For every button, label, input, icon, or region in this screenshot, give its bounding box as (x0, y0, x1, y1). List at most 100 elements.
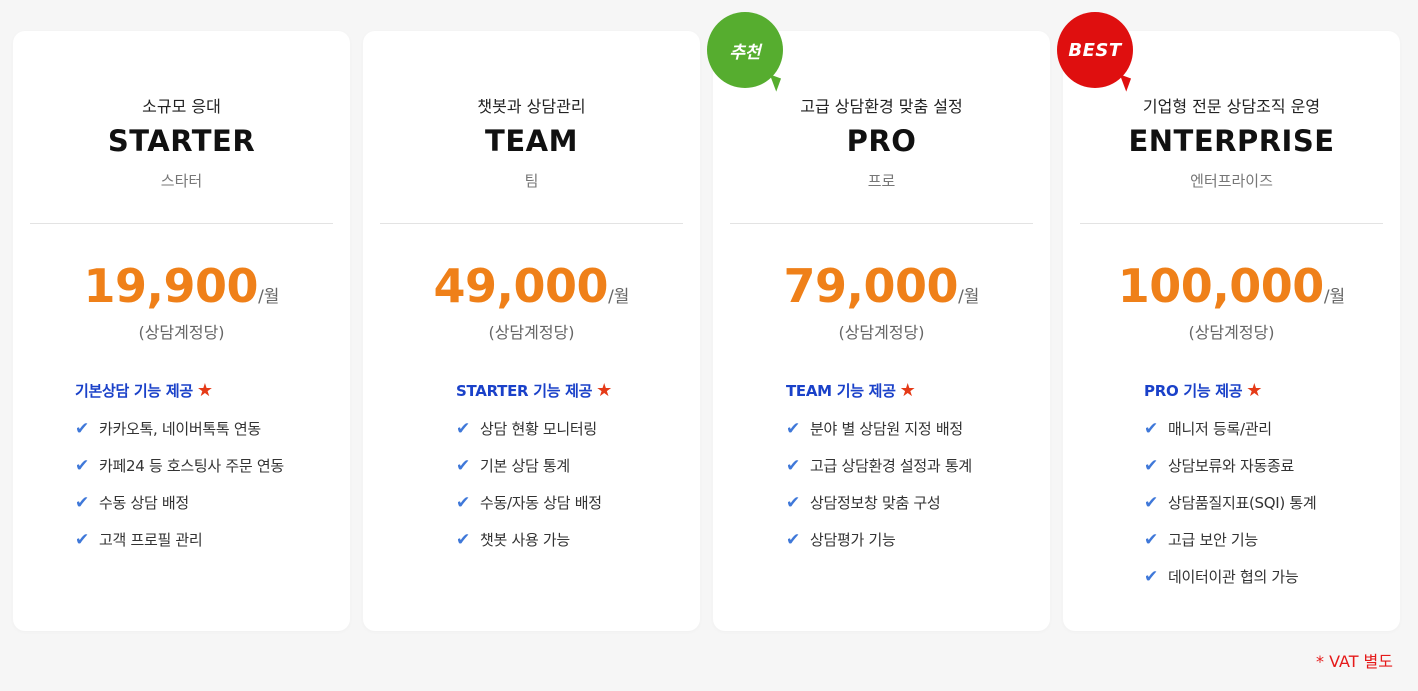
features-title: STARTER 기능 제공 ★ (456, 380, 612, 401)
feature-item: ✔ 상담품질지표(SQI) 통계 (1144, 492, 1317, 513)
check-icon: ✔ (1144, 493, 1158, 513)
plan-name-korean: 프로 (867, 172, 896, 190)
feature-item: ✔ 수동 상담 배정 (75, 492, 189, 513)
check-icon: ✔ (1144, 419, 1158, 439)
features-title-label: PRO 기능 제공 (1144, 382, 1243, 400)
feature-item: ✔ 데이터이관 협의 가능 (1144, 566, 1299, 587)
check-icon: ✔ (786, 456, 800, 476)
feature-label: 고급 보안 기능 (1168, 531, 1258, 549)
check-icon: ✔ (456, 493, 470, 513)
features-title-label: TEAM 기능 제공 (786, 382, 896, 400)
best-badge: BEST (1057, 12, 1133, 88)
plan-name: STARTER (107, 124, 256, 158)
plan-subtitle: 챗봇과 상담관리 (477, 97, 586, 116)
feature-item: ✔ 카페24 등 호스팅사 주문 연동 (75, 455, 284, 476)
feature-label: 고급 상담환경 설정과 통계 (810, 457, 972, 475)
check-icon: ✔ (786, 493, 800, 513)
recommend-badge: 추천 (707, 12, 783, 88)
vat-note: * VAT 별도 (1315, 652, 1393, 671)
feature-item: ✔ 고급 보안 기능 (1144, 529, 1258, 550)
features-title: 기본상담 기능 제공 ★ (75, 380, 213, 401)
plan-card-enterprise: 기업형 전문 상담조직 운영 ENTERPRISE 엔터프라이즈 100,000… (1063, 31, 1400, 631)
feature-label: 챗봇 사용 가능 (480, 531, 570, 549)
divider (1080, 223, 1383, 224)
feature-label: 상담 현황 모니터링 (480, 420, 597, 438)
check-icon: ✔ (786, 530, 800, 550)
price-unit-note: (상담계정당) (138, 323, 225, 342)
check-icon: ✔ (75, 493, 89, 513)
price-row: 100,000/월 (1063, 259, 1400, 313)
price-row: 49,000/월 (363, 259, 700, 313)
check-icon: ✔ (456, 419, 470, 439)
plan-name: TEAM (485, 124, 578, 158)
check-icon: ✔ (786, 419, 800, 439)
feature-item: ✔ 고객 프로필 관리 (75, 529, 203, 550)
star-icon: ★ (196, 380, 213, 401)
feature-label: 상담품질지표(SQI) 통계 (1168, 494, 1317, 512)
plan-card-team: 챗봇과 상담관리 TEAM 팀 49,000/월 (상담계정당) STARTER… (363, 31, 700, 631)
check-icon: ✔ (75, 530, 89, 550)
feature-item: ✔ 상담평가 기능 (786, 529, 896, 550)
feature-label: 상담평가 기능 (810, 531, 896, 549)
plan-subtitle: 기업형 전문 상담조직 운영 (1142, 97, 1321, 116)
feature-item: ✔ 고급 상담환경 설정과 통계 (786, 455, 972, 476)
feature-item: ✔ 상담정보창 맞춤 구성 (786, 492, 941, 513)
features-title-label: STARTER 기능 제공 (456, 382, 593, 400)
features-title: TEAM 기능 제공 ★ (786, 380, 916, 401)
check-icon: ✔ (1144, 456, 1158, 476)
feature-label: 매니저 등록/관리 (1168, 420, 1272, 438)
feature-label: 수동/자동 상담 배정 (480, 494, 602, 512)
price-period: /월 (608, 287, 630, 307)
feature-label: 상담보류와 자동종료 (1168, 457, 1294, 475)
features-title: PRO 기능 제공 ★ (1144, 380, 1262, 401)
feature-label: 데이터이관 협의 가능 (1168, 568, 1299, 586)
divider (380, 223, 683, 224)
price-unit-note: (상담계정당) (1188, 323, 1275, 342)
recommend-badge-label: 추천 (729, 42, 761, 63)
price-period: /월 (1323, 287, 1346, 307)
check-icon: ✔ (1144, 567, 1158, 587)
feature-item: ✔ 상담 현황 모니터링 (456, 418, 597, 439)
plan-card-starter: 소규모 응대 STARTER 스타터 19,900/월 (상담계정당) 기본상담… (13, 31, 350, 631)
price-value: 19,900 (83, 259, 259, 313)
plan-name-korean: 스타터 (160, 172, 203, 190)
feature-item: ✔ 카카오톡, 네이버톡톡 연동 (75, 418, 261, 439)
feature-item: ✔ 수동/자동 상담 배정 (456, 492, 602, 513)
plan-subtitle: 고급 상담환경 맞춤 설정 (800, 97, 963, 116)
feature-label: 기본 상담 통계 (480, 457, 570, 475)
features-title-label: 기본상담 기능 제공 (75, 382, 193, 400)
check-icon: ✔ (1144, 530, 1158, 550)
plan-name-korean: 엔터프라이즈 (1190, 172, 1273, 190)
divider (30, 223, 333, 224)
feature-item: ✔ 기본 상담 통계 (456, 455, 570, 476)
check-icon: ✔ (456, 456, 470, 476)
price-row: 79,000/월 (713, 259, 1050, 313)
feature-label: 카카오톡, 네이버톡톡 연동 (99, 420, 261, 438)
price-value: 79,000 (783, 259, 959, 313)
feature-item: ✔ 상담보류와 자동종료 (1144, 455, 1294, 476)
price-unit-note: (상담계정당) (838, 323, 925, 342)
feature-label: 수동 상담 배정 (99, 494, 189, 512)
plan-card-pro: 고급 상담환경 맞춤 설정 PRO 프로 79,000/월 (상담계정당) TE… (713, 31, 1050, 631)
feature-label: 분야 별 상담원 지정 배정 (810, 420, 963, 438)
feature-label: 카페24 등 호스팅사 주문 연동 (99, 457, 284, 475)
star-icon: ★ (1246, 380, 1263, 401)
plan-subtitle: 소규모 응대 (142, 97, 221, 116)
price-period: /월 (958, 287, 980, 307)
plan-name-korean: 팀 (524, 172, 539, 190)
price-unit-note: (상담계정당) (488, 323, 575, 342)
price-period: /월 (258, 287, 280, 307)
feature-item: ✔ 챗봇 사용 가능 (456, 529, 570, 550)
check-icon: ✔ (75, 456, 89, 476)
star-icon: ★ (596, 380, 612, 401)
feature-label: 고객 프로필 관리 (99, 531, 203, 549)
plan-name: ENTERPRISE (1128, 124, 1335, 158)
check-icon: ✔ (456, 530, 470, 550)
feature-item: ✔ 매니저 등록/관리 (1144, 418, 1272, 439)
price-row: 19,900/월 (13, 259, 350, 313)
feature-item: ✔ 분야 별 상담원 지정 배정 (786, 418, 963, 439)
divider (730, 223, 1033, 224)
best-badge-label: BEST (1068, 39, 1122, 61)
price-value: 100,000 (1117, 259, 1325, 313)
plan-name: PRO (846, 124, 917, 158)
